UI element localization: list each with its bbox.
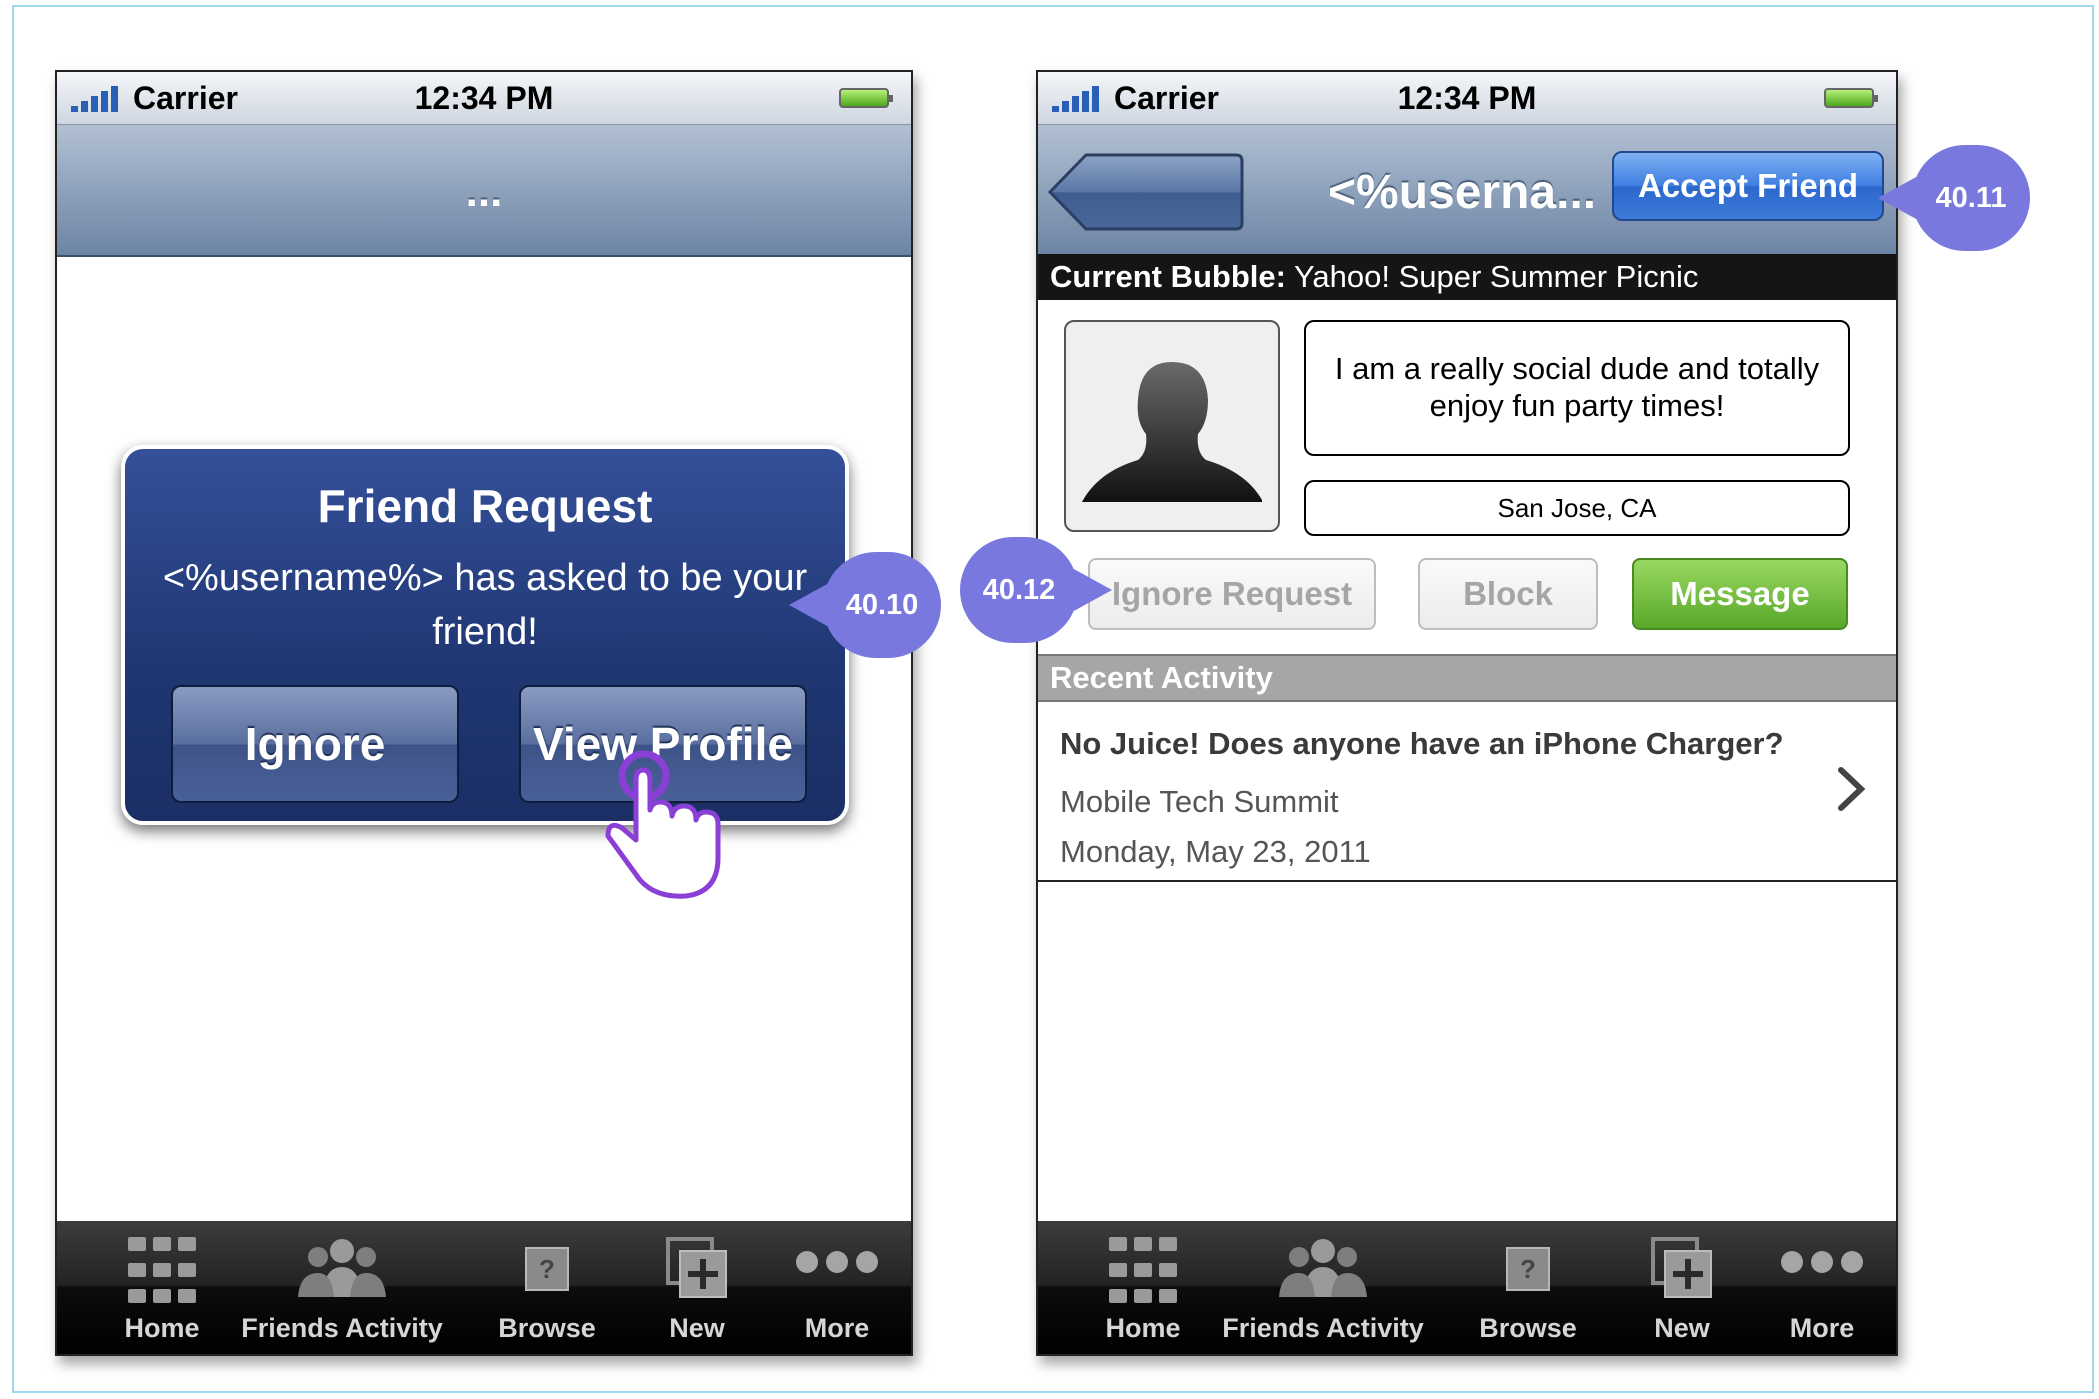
battery-icon	[1824, 88, 1878, 108]
block-button[interactable]: Block	[1418, 558, 1598, 630]
annotation-callout-40-10: 40.10	[823, 552, 941, 658]
tab-browse[interactable]: ? Browse	[477, 1221, 617, 1354]
status-time: 12:34 PM	[1397, 80, 1537, 116]
status-time: 12:34 PM	[414, 80, 554, 116]
new-icon	[666, 1237, 728, 1299]
alert-message: <%username%> has asked to be your friend…	[162, 557, 808, 653]
accept-friend-button[interactable]: Accept Friend	[1612, 151, 1884, 221]
tab-home[interactable]: Home	[1078, 1221, 1208, 1354]
tab-friends-activity[interactable]: Friends Activity	[1218, 1221, 1428, 1354]
message-button[interactable]: Message	[1632, 558, 1848, 630]
tab-new[interactable]: New	[647, 1221, 747, 1354]
location-box: San Jose, CA	[1304, 480, 1850, 536]
navigation-bar: <%userna... Accept Friend	[1038, 125, 1896, 257]
status-bar: Carrier 12:34 PM	[1038, 72, 1896, 125]
tab-bar: Home Friends Activity ? Browse New More	[57, 1221, 911, 1354]
activity-list-item[interactable]: No Juice! Does anyone have an iPhone Cha…	[1038, 700, 1896, 882]
bio-box: I am a really social dude and totally en…	[1304, 320, 1850, 456]
tap-hand-icon	[605, 750, 721, 899]
person-silhouette-icon	[1082, 362, 1262, 502]
grid-icon	[1109, 1237, 1177, 1309]
ignore-request-button[interactable]: Ignore Request	[1088, 558, 1376, 630]
current-bubble-bar: Current Bubble: Yahoo! Super Summer Picn…	[1038, 254, 1896, 300]
tab-label: Friends Activity	[241, 1313, 443, 1343]
activity-date: Monday, May 23, 2011	[1060, 834, 1371, 869]
phone-user-profile: Carrier 12:34 PM <%userna... Accept Frie…	[1036, 70, 1898, 1356]
tab-new[interactable]: New	[1632, 1221, 1732, 1354]
tab-label: New	[669, 1313, 725, 1343]
annotation-callout-40-12: 40.12	[960, 537, 1078, 643]
tab-label: Browse	[498, 1313, 596, 1343]
nav-title: ...	[465, 167, 503, 216]
avatar	[1064, 320, 1280, 532]
tab-label: New	[1654, 1313, 1710, 1343]
browse-icon: ?	[525, 1247, 569, 1291]
bubble-label: Current Bubble:	[1050, 259, 1286, 294]
tab-more[interactable]: More	[1762, 1221, 1882, 1354]
tab-label: Home	[124, 1313, 200, 1343]
ignore-button[interactable]: Ignore	[171, 685, 459, 803]
friends-icon	[294, 1237, 390, 1299]
chevron-right-icon	[1838, 767, 1866, 811]
status-bar: Carrier 12:34 PM	[57, 72, 911, 125]
tab-home[interactable]: Home	[97, 1221, 227, 1354]
alert-title: Friend Request	[317, 480, 653, 532]
tab-label: Friends Activity	[1222, 1313, 1424, 1343]
tab-browse[interactable]: ? Browse	[1458, 1221, 1598, 1354]
tab-label: Home	[1105, 1313, 1181, 1343]
tab-label: More	[1789, 1313, 1855, 1343]
bubble-value: Yahoo! Super Summer Picnic	[1294, 259, 1699, 294]
annotation-callout-40-11: 40.11	[1912, 145, 2030, 251]
grid-icon	[128, 1237, 196, 1309]
navigation-bar: ...	[57, 125, 911, 257]
phone-friend-request: Carrier 12:34 PM ... Friend Request <%us…	[55, 70, 913, 1356]
tab-label: Browse	[1479, 1313, 1577, 1343]
tab-bar: Home Friends Activity ? Browse New More	[1038, 1221, 1896, 1354]
tab-more[interactable]: More	[777, 1221, 897, 1354]
tab-friends-activity[interactable]: Friends Activity	[237, 1221, 447, 1354]
recent-activity-header: Recent Activity	[1038, 654, 1896, 702]
browse-icon: ?	[1506, 1247, 1550, 1291]
tab-label: More	[804, 1313, 870, 1343]
friend-request-alert: Friend Request <%username%> has asked to…	[121, 445, 849, 825]
activity-title: No Juice! Does anyone have an iPhone Cha…	[1060, 726, 1784, 761]
back-button[interactable]	[1048, 153, 1244, 231]
activity-event: Mobile Tech Summit	[1060, 784, 1339, 819]
more-icon	[1781, 1251, 1863, 1275]
more-icon	[796, 1251, 878, 1275]
new-icon	[1651, 1237, 1713, 1299]
nav-title: <%userna...	[1328, 166, 1597, 219]
friends-icon	[1275, 1237, 1371, 1299]
battery-icon	[839, 88, 893, 108]
